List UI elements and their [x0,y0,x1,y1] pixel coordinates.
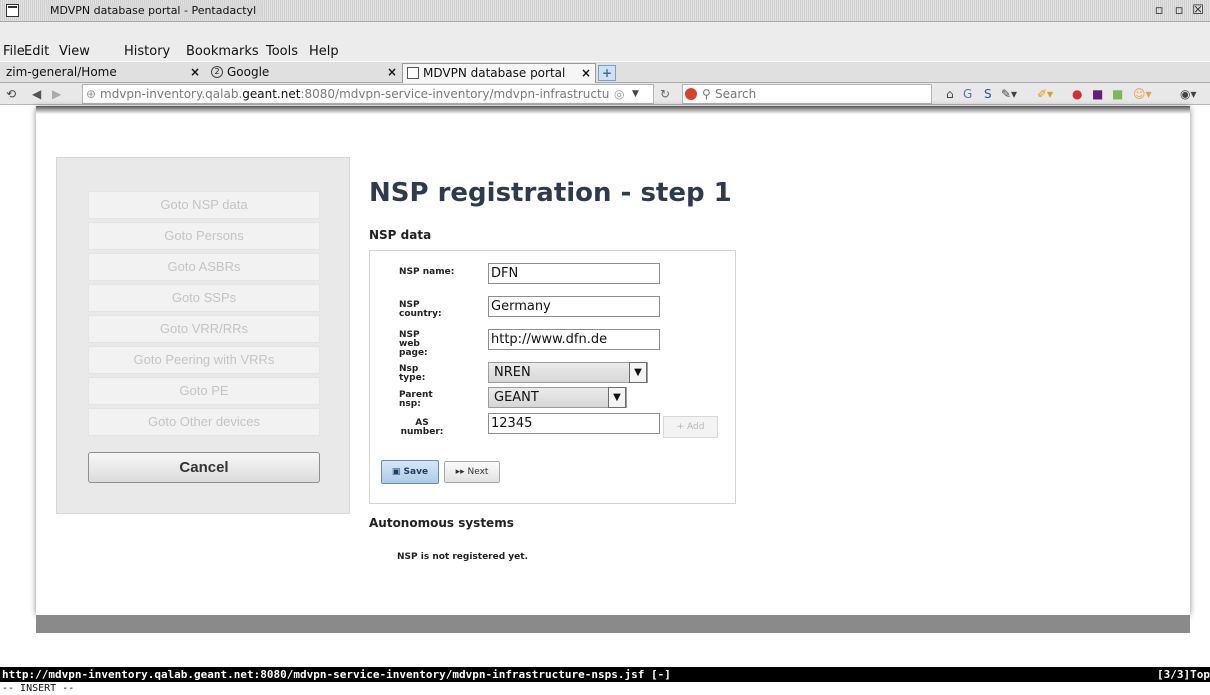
status-position: [3/3]Top [1157,668,1210,681]
home-icon[interactable]: ⌂ [946,85,954,103]
goto-other-devices-button[interactable]: Goto Other devices [88,408,320,436]
nsp-type-label: Nsp type: [399,364,426,383]
tab-google[interactable]: 2 Google × [205,63,400,83]
addon-gt-icon[interactable]: G [963,85,972,103]
goto-asbrs-button[interactable]: Goto ASBRs [88,253,320,281]
goto-ssps-button[interactable]: Goto SSPs [88,284,320,312]
addon-eye-icon[interactable]: ◉▾ [1180,85,1197,103]
next-button[interactable]: ▸▸ Next [444,461,500,483]
menu-bookmarks[interactable]: Bookmarks [186,44,259,59]
save-label: Save [403,467,429,477]
maximize-icon[interactable]: ▫ [1170,2,1188,19]
cancel-button[interactable]: Cancel [88,452,320,483]
new-tab-button[interactable]: + [598,65,616,81]
menu-history[interactable]: History [124,44,170,59]
nsp-data-heading: NSP data [369,228,432,242]
pocket-icon[interactable]: ◎ [614,85,624,103]
not-registered-message: NSP is not registered yet. [397,552,528,562]
addon-dark-icon[interactable]: ■ [1092,85,1103,103]
menu-edit[interactable]: Edit [24,44,49,59]
menu-file[interactable]: File [3,44,25,59]
as-number-label: AS number: [400,418,444,437]
next-label: Next [467,467,489,477]
addon-green-icon[interactable]: ■ [1112,85,1123,103]
url-dropdown-icon[interactable]: ▼ [632,85,639,103]
tab-label: zim-general/Home [6,65,117,79]
addon-pencil-icon[interactable]: ✐▾ [1037,85,1053,103]
url-prefix: mdvpn-inventory.qalab. [100,87,243,101]
add-label: Add [686,422,705,432]
search-magnifier-icon: ⚲ [702,87,711,101]
nsp-name-label: NSP name: [399,267,455,277]
goto-peering-vrrs-button[interactable]: Goto Peering with VRRs [88,346,320,374]
parent-nsp-select[interactable]: GEANT ▼ [488,387,627,408]
nsp-web-page-label: NSP web page: [399,330,428,358]
addon-face-icon[interactable]: ☺▾ [1133,85,1152,103]
menu-help[interactable]: Help [309,44,339,59]
parent-nsp-value: GEANT [494,390,539,405]
nsp-type-select[interactable]: NREN ▼ [488,362,648,383]
nsp-country-input[interactable]: Germany [488,296,660,317]
url-domain: geant.net [242,87,301,101]
addon-red-icon[interactable]: ● [1072,85,1082,103]
page-title: NSP registration - step 1 [369,178,732,208]
close-window-icon[interactable]: ☒ [1189,2,1207,19]
tab-label: MDVPN database portal [423,66,566,80]
nsp-name-input[interactable]: DFN [488,263,660,284]
autonomous-systems-heading: Autonomous systems [369,516,514,530]
add-as-button[interactable]: + Add [663,416,718,438]
status-line: http://mdvpn-inventory.qalab.geant.net:8… [0,667,1210,682]
tab-label: Google [227,65,270,79]
menu-tools[interactable]: Tools [266,44,298,59]
url-bar[interactable]: ⊕ mdvpn-inventory.qalab.geant.net:8080/md… [82,84,654,104]
nsp-country-label: NSP country: [399,300,442,319]
window-title-bar: MDVPN database portal - Pentadactyl ▫ ▫ … [0,0,1210,22]
next-arrow-icon: ▸▸ [455,467,468,477]
floppy-disk-icon: ▣ [391,467,404,477]
menu-bar [0,43,1210,61]
chevron-down-icon[interactable]: ▼ [608,387,626,408]
mode-line[interactable]: -- INSERT -- [2,682,74,695]
window-title: MDVPN database portal - Pentadactyl [46,4,263,17]
addon-menu-icon[interactable]: ✎▾ [1001,85,1017,103]
chevron-down-icon[interactable]: ▼ [629,362,647,383]
addon-s-icon[interactable]: S [984,85,992,103]
search-engine-icon[interactable] [685,88,697,100]
history-icon[interactable]: ⟲ [6,85,16,103]
footer-bar [36,615,1190,633]
goto-pe-button[interactable]: Goto PE [88,377,320,405]
tab-mdvpn-portal[interactable]: MDVPN database portal × [402,63,596,83]
save-button[interactable]: ▣ Save [381,460,439,484]
window-menu-icon[interactable] [6,4,19,17]
plus-icon: + [676,422,687,432]
tab-close-icon[interactable]: × [190,63,200,81]
menu-view[interactable]: View [59,44,90,59]
tab-zim-general[interactable]: zim-general/Home × [0,63,205,83]
parent-nsp-label: Parent nsp: [399,390,433,409]
search-bar[interactable]: ⚲ Search [682,84,932,104]
goto-nsp-data-button[interactable]: Goto NSP data [88,191,320,219]
tab-close-icon[interactable]: × [387,63,397,81]
search-placeholder: Search [715,87,757,101]
tab-close-icon[interactable]: × [581,64,591,82]
site-info-icon[interactable]: ⊕ [86,85,100,103]
as-number-input[interactable]: 12345 [488,413,660,434]
goto-persons-button[interactable]: Goto Persons [88,222,320,250]
google-favicon-icon: 2 [211,66,223,78]
reload-icon[interactable]: ↻ [660,85,670,103]
page-favicon-icon [407,67,419,79]
status-url: http://mdvpn-inventory.qalab.geant.net:8… [2,668,671,681]
nsp-web-page-input[interactable]: http://www.dfn.de [488,329,660,350]
back-icon[interactable]: ◀ [32,85,41,103]
minimize-icon[interactable]: ▫ [1150,2,1168,19]
forward-icon[interactable]: ▶ [52,85,61,103]
goto-vrr-rrs-button[interactable]: Goto VRR/RRs [88,315,320,343]
nsp-type-value: NREN [494,365,531,380]
url-rest: :8080/mdvpn-service-inventory/mdvpn-infr… [300,87,610,101]
